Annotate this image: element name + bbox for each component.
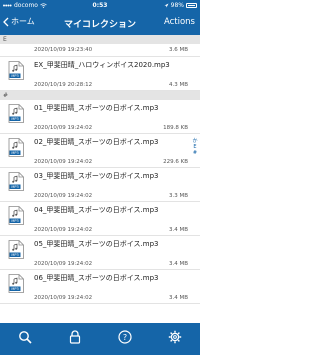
- file-size: 229.6 KB: [163, 159, 188, 165]
- file-name: 06_甲斐田晴_スポーツの日ボイス.mp3: [34, 274, 159, 282]
- file-name: EX_甲斐田晴_ハロウィンボイス2020.mp3: [34, 61, 170, 69]
- file-list[interactable]: E 2020/10/09 19:23:40 3.6 MB MP3 EX_甲斐田晴…: [0, 35, 200, 323]
- battery-percent: 98%: [170, 2, 184, 9]
- search-icon: [19, 331, 32, 344]
- section-header-hash: #: [0, 91, 200, 100]
- file-size: 3.4 MB: [168, 227, 188, 233]
- mp3-file-icon: MP3: [8, 138, 24, 157]
- index-hash[interactable]: #: [193, 150, 197, 156]
- mp3-badge: MP3: [11, 253, 18, 257]
- file-date: 2020/10/09 19:24:02: [34, 295, 93, 301]
- file-date: 2020/10/09 19:24:02: [34, 125, 93, 131]
- mp3-file-icon: MP3: [8, 172, 24, 191]
- mp3-badge: MP3: [11, 185, 18, 189]
- file-name: 02_甲斐田晴_スポーツの日ボイス.mp3: [34, 138, 159, 146]
- navigation-bar: ホーム マイコレクション Actions: [0, 11, 200, 35]
- mp3-file-icon: MP3: [8, 206, 24, 225]
- file-row[interactable]: MP3 06_甲斐田晴_スポーツの日ボイス.mp3 2020/10/09 19:…: [0, 270, 200, 304]
- file-row[interactable]: 2020/10/09 19:23:40 3.6 MB: [0, 44, 200, 57]
- file-date: 2020/10/09 19:24:02: [34, 261, 93, 267]
- file-name: 05_甲斐田晴_スポーツの日ボイス.mp3: [34, 240, 159, 248]
- lock-tab[interactable]: [65, 327, 85, 347]
- file-date: 2020/10/19 20:28:12: [34, 82, 93, 88]
- file-row[interactable]: MP3 EX_甲斐田晴_ハロウィンボイス2020.mp3 2020/10/19 …: [0, 57, 200, 91]
- mp3-file-icon: MP3: [8, 104, 24, 123]
- actions-button[interactable]: Actions: [164, 17, 195, 27]
- file-name: 03_甲斐田晴_スポーツの日ボイス.mp3: [34, 172, 159, 180]
- mp3-badge: MP3: [11, 151, 18, 155]
- tab-bar: ?: [0, 323, 200, 355]
- svg-text:?: ?: [123, 333, 127, 342]
- file-size: 4.3 MB: [168, 82, 188, 88]
- file-size: 3.3 MB: [168, 193, 188, 199]
- mp3-badge: MP3: [11, 117, 18, 121]
- mp3-badge: MP3: [11, 287, 18, 291]
- status-right: 98%: [164, 2, 197, 9]
- mp3-file-icon: MP3: [8, 274, 24, 293]
- file-size: 189.8 KB: [163, 125, 188, 131]
- mp3-badge: MP3: [11, 74, 18, 78]
- file-date: 2020/10/09 19:24:02: [34, 193, 93, 199]
- section-index-bar[interactable]: か E #: [191, 138, 199, 156]
- file-date: 2020/10/09 19:24:02: [34, 159, 93, 165]
- help-icon: ?: [118, 330, 132, 344]
- battery-icon: [186, 3, 197, 8]
- search-tab[interactable]: [15, 327, 35, 347]
- mp3-file-icon: MP3: [8, 240, 24, 259]
- lock-icon: [69, 330, 81, 344]
- location-icon: [164, 3, 169, 8]
- file-date: 2020/10/09 19:23:40: [34, 47, 93, 53]
- file-name: 04_甲斐田晴_スポーツの日ボイス.mp3: [34, 206, 159, 214]
- settings-tab[interactable]: [165, 327, 185, 347]
- status-bar: docomo 0:53 98%: [0, 0, 200, 11]
- file-row[interactable]: MP3 03_甲斐田晴_スポーツの日ボイス.mp3 2020/10/09 19:…: [0, 168, 200, 202]
- mp3-badge: MP3: [11, 219, 18, 223]
- file-row[interactable]: MP3 01_甲斐田晴_スポーツの日ボイス.mp3 2020/10/09 19:…: [0, 100, 200, 134]
- file-size: 3.4 MB: [168, 295, 188, 301]
- gear-icon: [168, 330, 182, 344]
- file-size: 3.6 MB: [168, 47, 188, 53]
- file-row[interactable]: MP3 02_甲斐田晴_スポーツの日ボイス.mp3 2020/10/09 19:…: [0, 134, 200, 168]
- mp3-file-icon: MP3: [8, 61, 24, 80]
- file-row[interactable]: MP3 04_甲斐田晴_スポーツの日ボイス.mp3 2020/10/09 19:…: [0, 202, 200, 236]
- file-size: 3.4 MB: [168, 261, 188, 267]
- file-name: 01_甲斐田晴_スポーツの日ボイス.mp3: [34, 104, 159, 112]
- help-tab[interactable]: ?: [115, 327, 135, 347]
- section-header-e: E: [0, 35, 200, 44]
- file-date: 2020/10/09 19:24:02: [34, 227, 93, 233]
- file-row[interactable]: MP3 05_甲斐田晴_スポーツの日ボイス.mp3 2020/10/09 19:…: [0, 236, 200, 270]
